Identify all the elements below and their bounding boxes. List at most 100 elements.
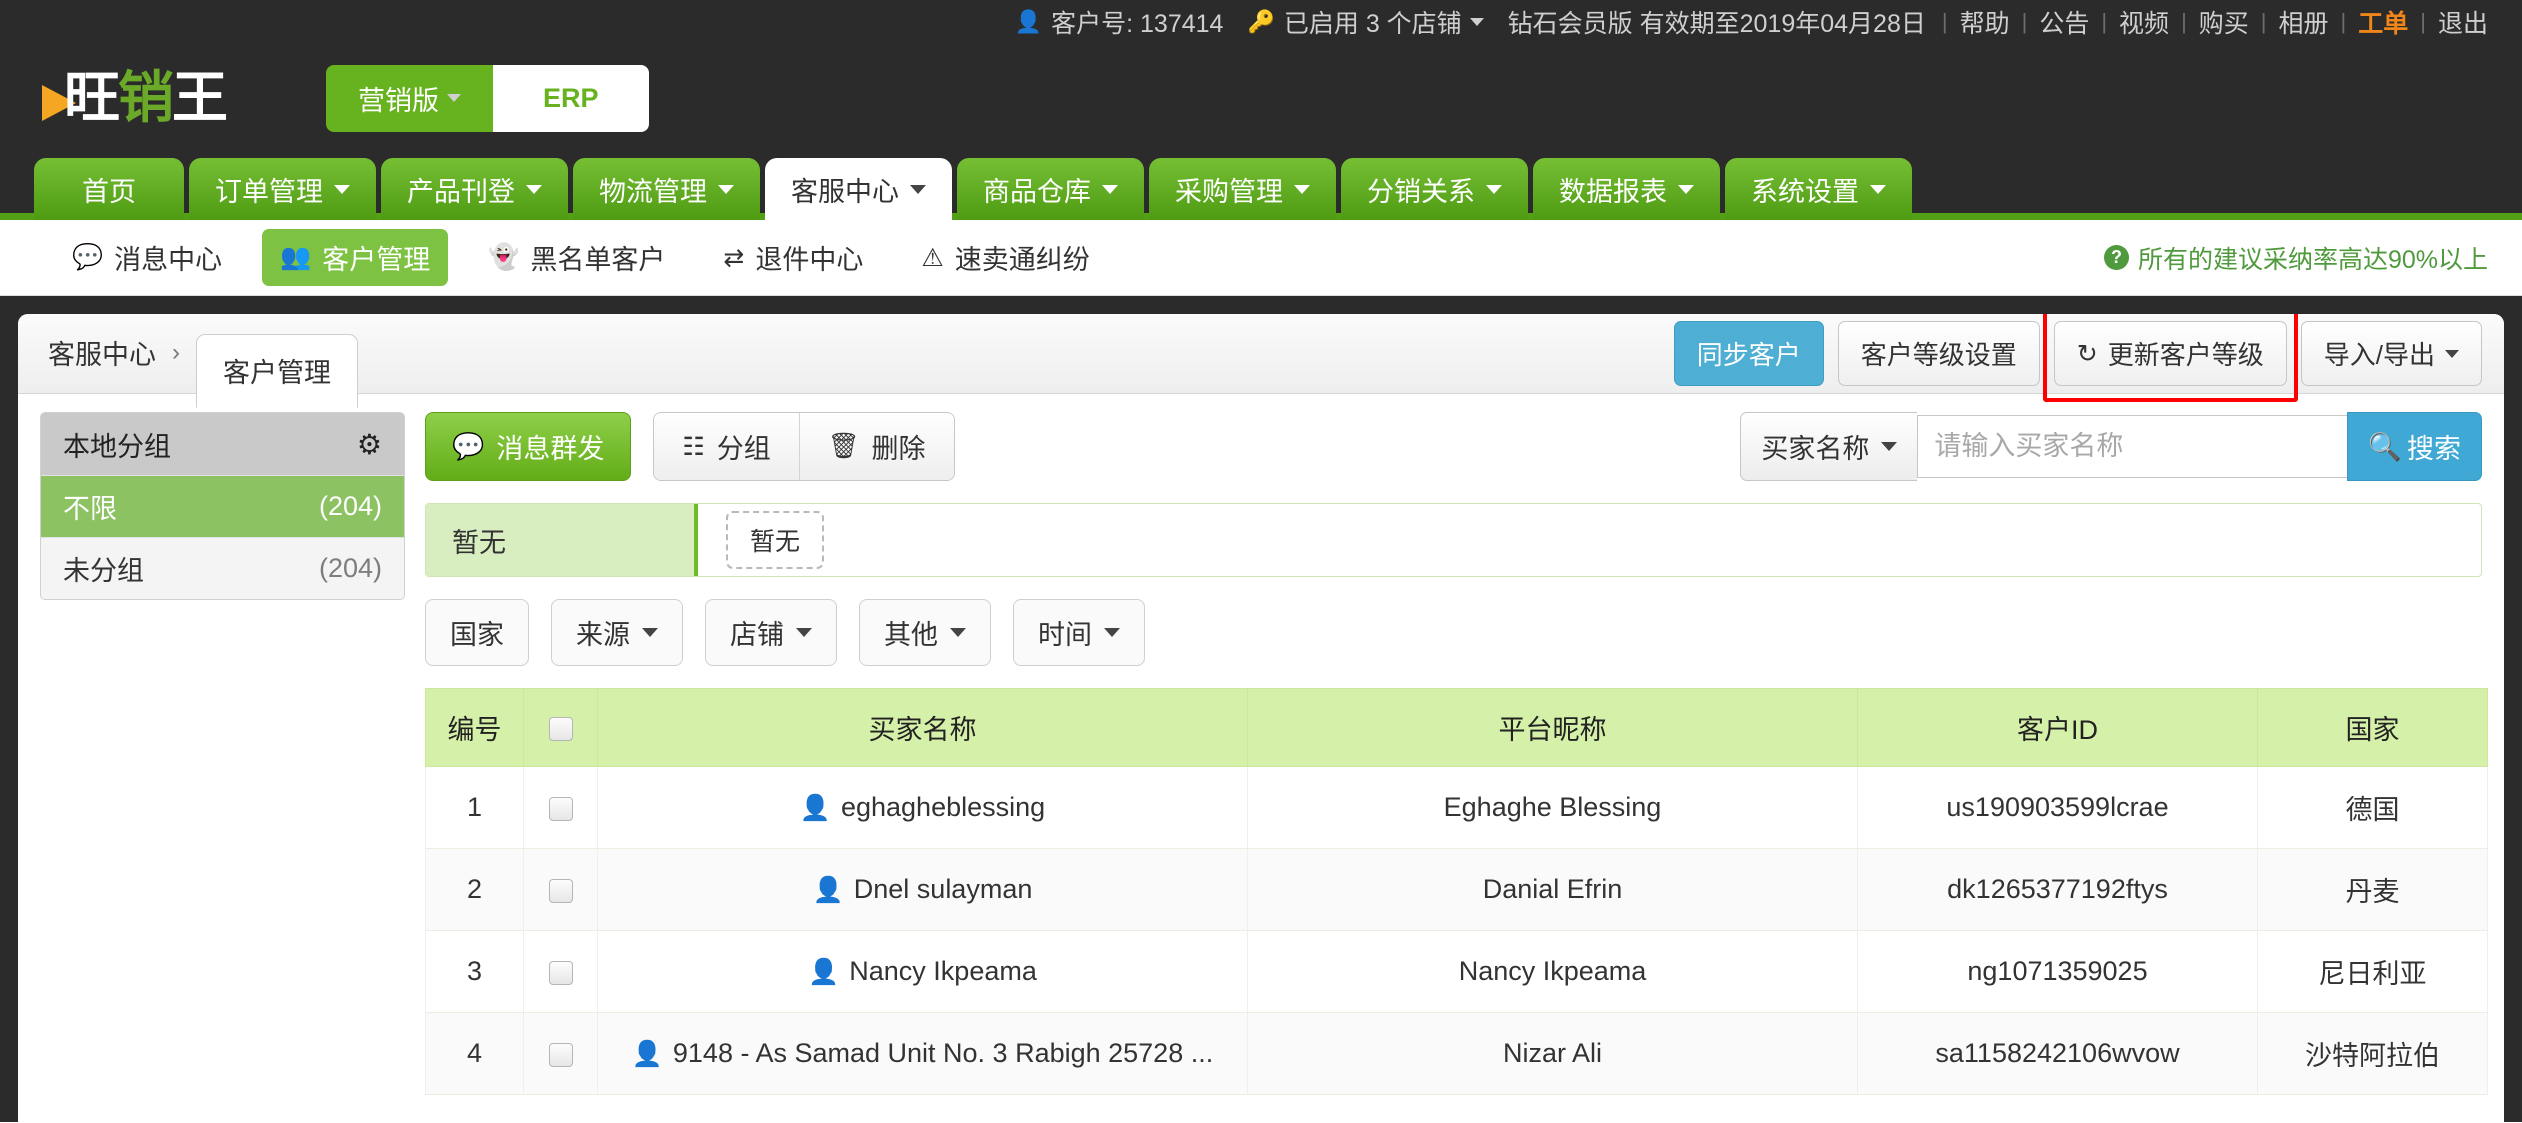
filter-country-button[interactable]: 国家 — [425, 599, 529, 666]
user-icon: 👤 — [631, 1040, 663, 1068]
subnav-label: 退件中心 — [755, 245, 864, 275]
subnav-item-returns[interactable]: ⇄ 退件中心 — [705, 229, 881, 286]
active-shops[interactable]: 🔑 已启用 3 个店铺 — [1247, 4, 1484, 40]
sync-customers-button[interactable]: 同步客户 — [1673, 321, 1824, 386]
nav-item-settings[interactable]: 系统设置 — [1725, 158, 1912, 220]
checkbox-icon[interactable] — [548, 796, 573, 821]
marketing-version-button[interactable]: 营销版 — [326, 64, 493, 132]
nav-item-purchasing[interactable]: 采购管理 — [1149, 158, 1336, 220]
search-field-selector[interactable]: 买家名称 — [1740, 412, 1918, 481]
group-strip-body: 暂无 — [698, 504, 825, 576]
panel-content: 本地分组 ⚙ 不限 (204) 未分组 (204) 💬 消息群发 ☷ 分组 🗑 … — [18, 394, 2504, 1095]
nav-item-logistics[interactable]: 物流管理 — [573, 158, 760, 220]
checkbox-icon[interactable] — [548, 960, 573, 985]
nav-item-warehouse[interactable]: 商品仓库 — [957, 158, 1144, 220]
chevron-down-icon — [1469, 18, 1484, 26]
gear-icon[interactable]: ⚙ — [357, 428, 382, 461]
cell-country: 沙特阿拉伯 — [2257, 1012, 2488, 1095]
subnav-label: 客户管理 — [322, 245, 431, 275]
customer-level-settings-button[interactable]: 客户等级设置 — [1837, 321, 2040, 386]
nav-label: 物流管理 — [599, 176, 707, 207]
subnav-label: 消息中心 — [114, 245, 223, 275]
subnav-label: 黑名单客户 — [530, 245, 666, 275]
nav-item-listings[interactable]: 产品刊登 — [381, 158, 568, 220]
search-button[interactable]: 🔍 搜索 — [2347, 412, 2482, 481]
filter-label: 其他 — [884, 620, 938, 650]
link-announcement[interactable]: 公告 — [2039, 4, 2089, 40]
buyer-name-text: eghagheblessing — [840, 792, 1046, 822]
nav-item-distribution[interactable]: 分销关系 — [1341, 158, 1528, 220]
checkbox-icon[interactable] — [548, 1042, 573, 1067]
subnav-item-customer-management[interactable]: 👥 客户管理 — [262, 229, 449, 286]
link-logout[interactable]: 退出 — [2438, 4, 2488, 40]
nav-label: 采购管理 — [1175, 176, 1283, 207]
filter-time-button[interactable]: 时间 — [1013, 599, 1145, 666]
nav-label: 数据报表 — [1559, 176, 1667, 207]
link-help[interactable]: 帮助 — [1960, 4, 2010, 40]
th-customer-id: 客户ID — [1857, 688, 2258, 767]
nav-label: 产品刊登 — [407, 176, 515, 207]
main-navigation: 首页 订单管理 产品刊登 物流管理 客服中心 商品仓库 采购管理 分销关系 数据… — [0, 152, 2522, 220]
sidebar-item-ungrouped[interactable]: 未分组 (204) — [41, 537, 404, 599]
group-button[interactable]: ☷ 分组 — [654, 413, 800, 480]
cell-select — [523, 930, 598, 1013]
nav-item-orders[interactable]: 订单管理 — [189, 158, 376, 220]
cell-index: 4 — [425, 1012, 524, 1095]
content-panel: 客服中心 › 客户管理 同步客户 客户等级设置 ↻ 更新客户等级 导入/导出 本… — [18, 314, 2504, 1122]
delete-button[interactable]: 🗑 删除 — [799, 413, 954, 480]
table-row[interactable]: 1 👤 eghagheblessing Eghaghe Blessing us19… — [425, 766, 2488, 849]
search-field-label: 买家名称 — [1761, 434, 1870, 464]
link-ticket[interactable]: 工单 — [2358, 4, 2408, 40]
nav-item-customer-service[interactable]: 客服中心 — [765, 158, 952, 220]
subnav-item-message-center[interactable]: 💬 消息中心 — [54, 229, 240, 286]
chevron-down-icon — [1486, 184, 1502, 194]
nav-item-reports[interactable]: 数据报表 — [1533, 158, 1720, 220]
table-row[interactable]: 2 👤 Dnel sulayman Danial Efrin dk12653771… — [425, 848, 2488, 931]
table-row[interactable]: 4 👤 9148 - As Samad Unit No. 3 Rabigh 257… — [425, 1012, 2488, 1095]
customer-level-settings-label: 客户等级设置 — [1860, 340, 2017, 370]
chevron-down-icon — [642, 628, 658, 637]
local-group-sidebar: 本地分组 ⚙ 不限 (204) 未分组 (204) — [40, 412, 405, 600]
chevron-down-icon — [1104, 628, 1120, 637]
divider: | — [2181, 9, 2187, 34]
breadcrumb-current-tab[interactable]: 客户管理 — [196, 333, 358, 408]
chevron-down-icon — [447, 94, 461, 102]
filter-label: 店铺 — [730, 620, 784, 650]
subnav-item-blacklist[interactable]: 👻 黑名单客户 — [470, 229, 683, 286]
sidebar-item-all[interactable]: 不限 (204) — [41, 475, 404, 537]
membership-info: 钻石会员版 有效期至2019年04月28日 — [1507, 10, 1926, 38]
filter-label: 来源 — [576, 620, 630, 650]
checkbox-icon[interactable] — [548, 716, 573, 741]
link-album[interactable]: 相册 — [2279, 4, 2329, 40]
cell-select — [523, 848, 598, 931]
breadcrumb-parent[interactable]: 客服中心 — [48, 333, 156, 372]
table-row[interactable]: 3 👤 Nancy Ikpeama Nancy Ikpeama ng1071359… — [425, 930, 2488, 1013]
search-bar: 买家名称 🔍 搜索 — [1740, 412, 2482, 481]
app-logo[interactable]: 旺销王 — [34, 59, 274, 137]
broadcast-message-button[interactable]: 💬 消息群发 — [425, 412, 632, 481]
main-area: 💬 消息群发 ☷ 分组 🗑 删除 买家名称 请输入买家名称 🔍 搜索 暂无 暂无… — [405, 394, 2504, 1095]
divider: | — [2021, 9, 2028, 34]
link-purchase[interactable]: 购买 — [2199, 4, 2249, 40]
erp-button[interactable]: ERP — [493, 64, 649, 132]
chevron-down-icon — [950, 628, 966, 637]
filter-other-button[interactable]: 其他 — [859, 599, 991, 666]
subnav-item-aliexpress-dispute[interactable]: ⚠ 速卖通纠纷 — [903, 229, 1107, 286]
filter-source-button[interactable]: 来源 — [551, 599, 683, 666]
filter-shop-button[interactable]: 店铺 — [705, 599, 837, 666]
checkbox-icon[interactable] — [548, 878, 573, 903]
nav-item-home[interactable]: 首页 — [34, 158, 184, 220]
chevron-down-icon — [1678, 184, 1694, 194]
active-shops-label: 已启用 3 个店铺 — [1283, 10, 1462, 38]
version-switcher: 营销版 ERP — [326, 64, 649, 132]
cell-platform-nickname: Eghaghe Blessing — [1247, 766, 1858, 849]
group-label: 分组 — [716, 434, 771, 464]
cell-buyer-name: 👤 eghagheblessing — [597, 766, 1248, 849]
search-input[interactable] — [1917, 415, 2348, 478]
chevron-down-icon — [1294, 184, 1310, 194]
cell-country: 德国 — [2257, 766, 2488, 849]
group-chip-empty[interactable]: 暂无 — [726, 511, 825, 569]
import-export-button[interactable]: 导入/导出 — [2300, 321, 2482, 386]
link-video[interactable]: 视频 — [2119, 4, 2169, 40]
update-customer-level-button[interactable]: ↻ 更新客户等级 — [2053, 321, 2287, 386]
